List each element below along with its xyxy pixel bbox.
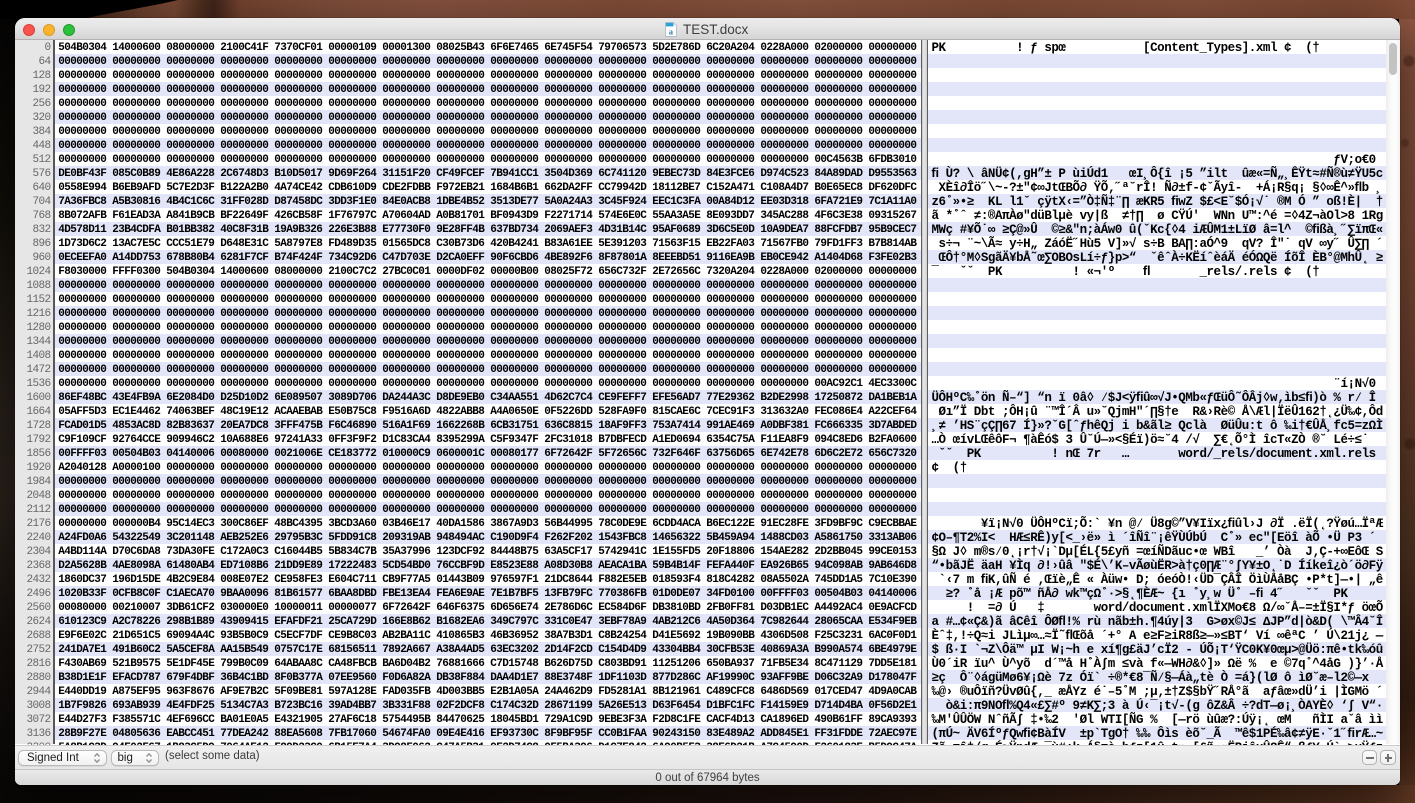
- svg-text:a: a: [669, 26, 674, 36]
